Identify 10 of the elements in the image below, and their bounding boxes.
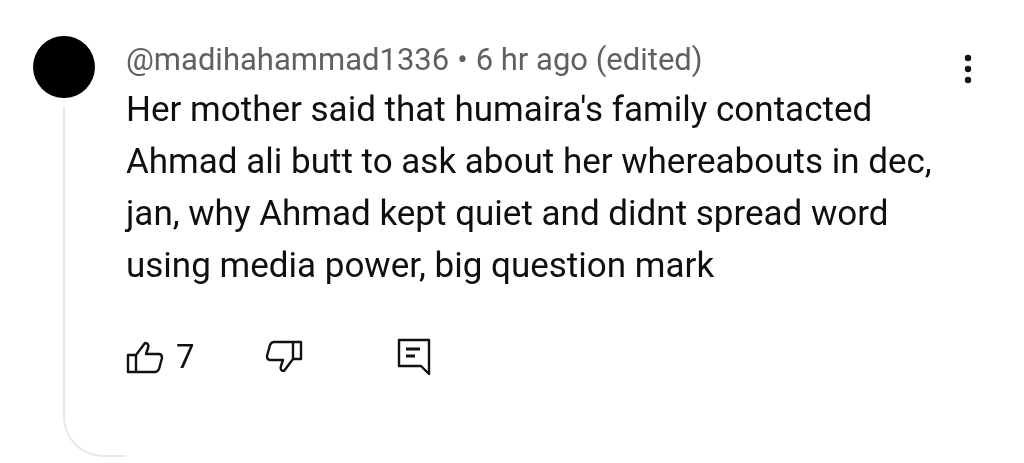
comment-author[interactable]: @madihahammad1336: [126, 40, 450, 80]
like-count: 7: [176, 336, 195, 378]
more-options-icon[interactable]: [964, 54, 972, 84]
thumbs-up-icon: [126, 339, 164, 374]
comment-text: Her mother said that humaira's family contacted Ahmad ali butt to ask about her whereabouts in dec, jan, why Ahmad kept quiet and didnt spread word using media power, big question mark: [126, 88, 933, 288]
separator-dot: •: [457, 40, 468, 80]
thumbs-down-icon[interactable]: [264, 339, 303, 374]
reply-icon[interactable]: [396, 337, 431, 376]
like-button[interactable]: 7: [126, 332, 195, 382]
comment-time: 6 hr ago (edited): [475, 40, 703, 80]
